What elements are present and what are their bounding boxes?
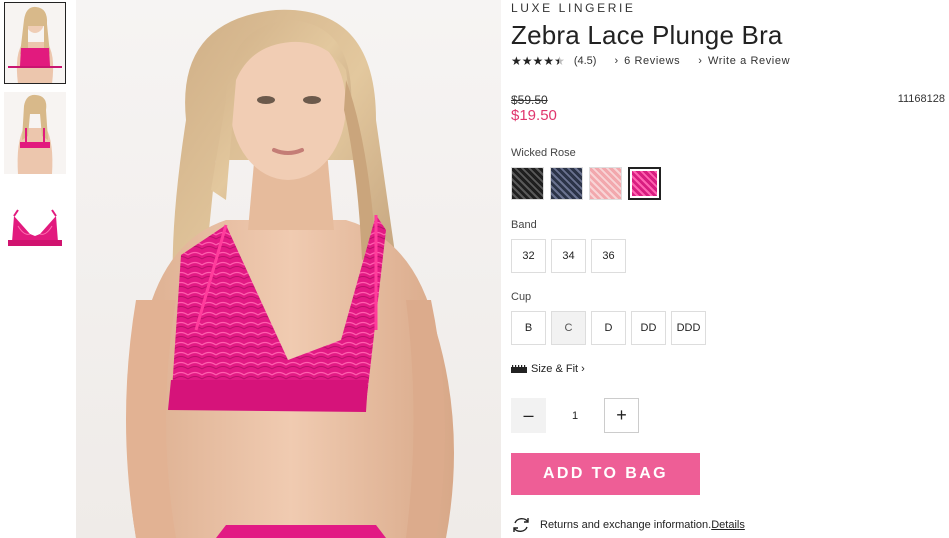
model-back-thumbnail-image [4,92,66,174]
thumbnail-back[interactable] [4,92,66,174]
quantity-stepper: – 1 + [511,398,639,433]
star-icon: ★ [521,54,533,68]
chevron-right-icon: › [614,55,619,67]
size-fit-link[interactable]: Size & Fit › [511,363,585,375]
rating-row: ★ ★ ★ ★ ★ (4.5) › 6 Reviews › Write a Re… [511,54,790,68]
half-star-icon: ★ [554,54,565,68]
returns-info: Returns and exchange information. Detail… [511,516,745,534]
cup-option-c[interactable]: C [551,311,586,345]
chevron-right-icon: › [581,363,585,375]
product-info-panel: LUXE LINGERIE Zebra Lace Plunge Bra ★ ★ … [511,0,949,538]
bra-product-thumbnail-image [4,196,66,262]
cup-option-d[interactable]: D [591,311,626,345]
band-option-34[interactable]: 34 [551,239,586,273]
navy-lace-swatch[interactable] [550,167,583,200]
cup-option-dd[interactable]: DD [631,311,666,345]
size-fit-label: Size & Fit [531,363,579,375]
cup-option-ddd[interactable]: DDD [671,311,706,345]
black-lace-swatch[interactable] [511,167,544,200]
cup-option-b[interactable]: B [511,311,546,345]
band-option-36[interactable]: 36 [591,239,626,273]
cup-options: B C D DD DDD [511,311,706,345]
star-icon: ★ [511,54,522,68]
minus-icon[interactable]: – [511,398,546,433]
ruler-icon [511,365,527,373]
quantity-value[interactable]: 1 [546,410,604,422]
cup-label: Cup [511,291,532,303]
band-option-32[interactable]: 32 [511,239,546,273]
thumbnail-front[interactable] [4,2,66,84]
reviews-link[interactable]: 6 Reviews [624,55,680,67]
plus-icon[interactable]: + [604,398,639,433]
collection-label: LUXE LINGERIE [511,1,636,15]
color-name-label: Wicked Rose [511,147,576,159]
returns-details-link[interactable]: Details [711,519,745,531]
product-title: Zebra Lace Plunge Bra [511,20,783,50]
band-options: 32 34 36 [511,239,626,273]
star-icon: ★ [543,54,554,68]
product-sku: 11168128 [897,93,945,105]
write-review-link[interactable]: Write a Review [708,55,790,67]
color-swatches [511,167,661,200]
star-icon: ★ [532,54,544,68]
rating-value: (4.5) [573,55,597,67]
model-front-thumbnail-image [4,2,66,84]
original-price: $59.50 [511,93,548,107]
main-product-image[interactable] [76,0,501,538]
returns-text: Returns and exchange information. [540,519,712,531]
pink-lace-swatch[interactable] [628,167,661,200]
band-label: Band [511,219,537,231]
thumbnail-product[interactable] [4,196,66,262]
exchange-icon [513,517,529,533]
star-rating: ★ ★ ★ ★ ★ [511,54,565,68]
model-wearing-bra-image [76,0,501,538]
sale-price: $19.50 [511,107,557,124]
add-to-bag-button[interactable]: ADD TO BAG [511,453,700,495]
chevron-right-icon: › [698,55,702,67]
blush-lace-swatch[interactable] [589,167,622,200]
